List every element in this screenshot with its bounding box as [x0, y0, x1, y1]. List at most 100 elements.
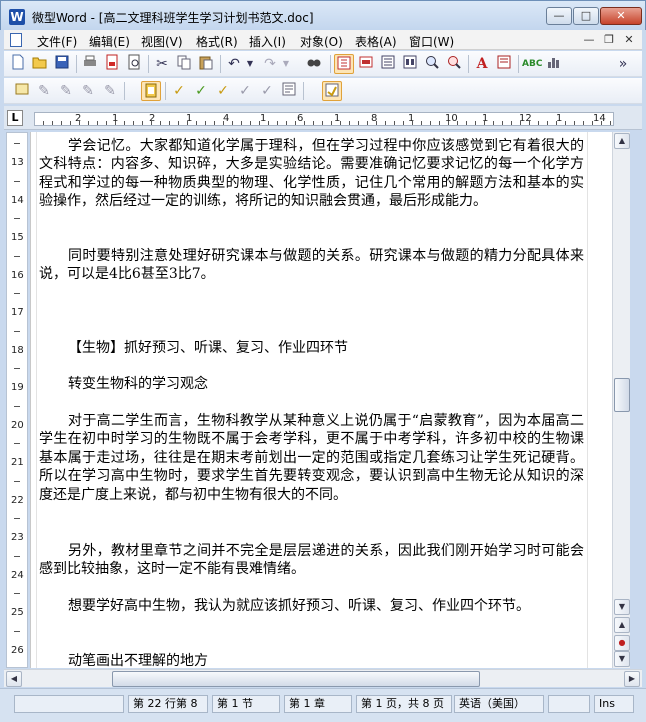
edit-icon-2[interactable]: ✎	[34, 81, 54, 101]
scroll-right-button[interactable]: ▶	[624, 671, 640, 687]
redo-icon[interactable]: ↷	[260, 54, 280, 74]
chart-icon[interactable]	[544, 54, 564, 74]
paste-icon[interactable]	[196, 54, 216, 74]
ruler-number: 2	[149, 113, 156, 124]
save-icon[interactable]	[52, 54, 72, 74]
ruler-number: 14	[593, 113, 606, 124]
ruler-tick	[529, 121, 530, 125]
status-language[interactable]: 英语（美国）	[454, 695, 544, 713]
select-browse-object-button[interactable]: ●	[614, 635, 630, 651]
horizontal-ruler[interactable]: 2 1 2 1 4 1 6 1 8 1 10 1 12 1 14	[34, 112, 614, 126]
ruler-tick	[178, 121, 179, 125]
ruler-number: 1	[482, 113, 489, 124]
scroll-up-button[interactable]: ▲	[614, 133, 630, 149]
scroll-down-button[interactable]: ▼	[614, 599, 630, 615]
clipboard-icon[interactable]	[141, 81, 161, 101]
horizontal-scroll-thumb[interactable]	[112, 671, 480, 687]
toolbar-overflow-icon[interactable]: »	[616, 54, 630, 74]
ruler-tick	[250, 121, 251, 125]
paragraph[interactable]: 转变生物科的学习观念	[39, 375, 584, 393]
ruler-tick	[268, 121, 269, 125]
vertical-scroll-thumb[interactable]	[614, 378, 630, 412]
paragraph[interactable]: 对于高二学生而言，生物科教学从某种意义上说仍属于“启蒙教育”，因为本届高二学生在…	[39, 412, 584, 504]
vertical-ruler[interactable]: 13 14 15 16 17 18 19 20 21 22 23 24 25 26	[6, 132, 28, 668]
paragraph[interactable]: 另外，教材里章节之间并不完全是层层递进的关系，因此我们刚开始学习时可能会感到比较…	[39, 542, 584, 579]
edit-icon-1[interactable]	[12, 81, 32, 101]
section-heading[interactable]: 【生物】抓好预习、听课、复习、作业四环节	[39, 339, 584, 357]
open-icon[interactable]	[30, 54, 50, 74]
ruler-tick	[466, 121, 467, 125]
scroll-left-button[interactable]: ◀	[6, 671, 22, 687]
highlight-icon[interactable]	[494, 54, 514, 74]
edit-icon-4[interactable]: ✎	[78, 81, 98, 101]
menu-file[interactable]: 文件(F)	[37, 33, 77, 50]
menu-object[interactable]: 对象(O)	[300, 33, 343, 50]
tab-selector[interactable]: L	[7, 110, 23, 126]
minimize-button[interactable]: —	[546, 7, 572, 25]
status-insert-mode[interactable]: Ins	[594, 695, 634, 713]
mark-icon-5[interactable]: ✓	[257, 81, 277, 101]
menu-window[interactable]: 窗口(W)	[409, 33, 454, 50]
normal-view-icon[interactable]	[356, 54, 376, 74]
font-color-icon[interactable]: A	[472, 54, 492, 74]
ruler-number: 6	[297, 113, 304, 124]
new-icon[interactable]	[8, 54, 28, 74]
undo-dropdown-icon[interactable]: ▼	[244, 54, 256, 74]
cut-icon[interactable]: ✂	[152, 54, 172, 74]
left-margin-guide	[36, 132, 37, 668]
vruler-tick	[14, 518, 20, 519]
mark-icon-2[interactable]: ✓	[191, 81, 211, 101]
maximize-button[interactable]: □	[573, 7, 599, 25]
menu-insert[interactable]: 插入(I)	[249, 33, 286, 50]
close-button[interactable]: ✕	[600, 7, 642, 25]
vertical-scrollbar[interactable]: ▲ ▼ ▲ ● ▼	[612, 132, 630, 668]
ruler-tick	[502, 121, 503, 125]
vruler-tick	[14, 443, 20, 444]
next-page-button[interactable]: ▼	[614, 651, 630, 667]
menu-format[interactable]: 格式(R)	[196, 33, 238, 50]
redo-dropdown-icon[interactable]: ▼	[280, 54, 292, 74]
ruler-tick	[358, 121, 359, 125]
outline-view-icon[interactable]	[378, 54, 398, 74]
paragraph[interactable]: 想要学好高中生物，我认为就应该抓好预习、听课、复习、作业四个环节。	[39, 597, 584, 615]
menu-edit[interactable]: 编辑(E)	[89, 33, 130, 50]
undo-icon[interactable]: ↶	[224, 54, 244, 74]
document-icon[interactable]	[10, 33, 22, 47]
print-preview-icon[interactable]	[124, 54, 144, 74]
web-view-icon[interactable]	[400, 54, 420, 74]
pdf-icon[interactable]	[102, 54, 122, 74]
find-icon[interactable]	[304, 54, 324, 74]
vruler-tick	[14, 255, 20, 257]
mark-icon-1[interactable]: ✓	[169, 81, 189, 101]
replace-icon[interactable]	[444, 54, 464, 74]
spellcheck-icon[interactable]: ABC	[522, 54, 542, 74]
doc-restore-button[interactable]: ❐	[600, 32, 618, 48]
vruler-number: 24	[11, 569, 24, 581]
paragraph[interactable]: 动笔画出不理解的地方	[39, 652, 584, 668]
page-view-icon[interactable]	[334, 54, 354, 74]
doc-close-button[interactable]: ✕	[620, 32, 638, 48]
vruler-tick	[14, 143, 20, 144]
ruler-tick	[232, 121, 233, 125]
paragraph[interactable]: 学会记忆。大家都知道化学属于理科，但在学习过程中你应该感觉到它有着很大的文科特点…	[39, 137, 584, 211]
notes-icon[interactable]	[279, 81, 299, 101]
vruler-number: 14	[11, 194, 24, 206]
copy-icon[interactable]	[174, 54, 194, 74]
previous-page-button[interactable]: ▲	[614, 617, 630, 633]
ruler-tick	[79, 121, 80, 125]
horizontal-scrollbar[interactable]: ◀ ▶	[4, 669, 642, 687]
mark-icon-3[interactable]: ✓	[213, 81, 233, 101]
vruler-tick	[14, 180, 20, 182]
doc-minimize-button[interactable]: —	[580, 32, 598, 48]
ruler-tick	[259, 121, 260, 125]
print-icon[interactable]	[80, 54, 100, 74]
edit-icon-5[interactable]: ✎	[100, 81, 120, 101]
document-area[interactable]: 学会记忆。大家都知道化学属于理科，但在学习过程中你应该感觉到它有着很大的文科特点…	[30, 132, 612, 668]
mark-icon-4[interactable]: ✓	[235, 81, 255, 101]
menu-table[interactable]: 表格(A)	[355, 33, 397, 50]
edit-icon-3[interactable]: ✎	[56, 81, 76, 101]
review-icon[interactable]	[322, 81, 342, 101]
menu-view[interactable]: 视图(V)	[141, 33, 183, 50]
zoom-icon[interactable]	[422, 54, 442, 74]
paragraph[interactable]: 同时要特别注意处理好研究课本与做题的关系。研究课本与做题的精力分配具体来说，可以…	[39, 247, 584, 284]
